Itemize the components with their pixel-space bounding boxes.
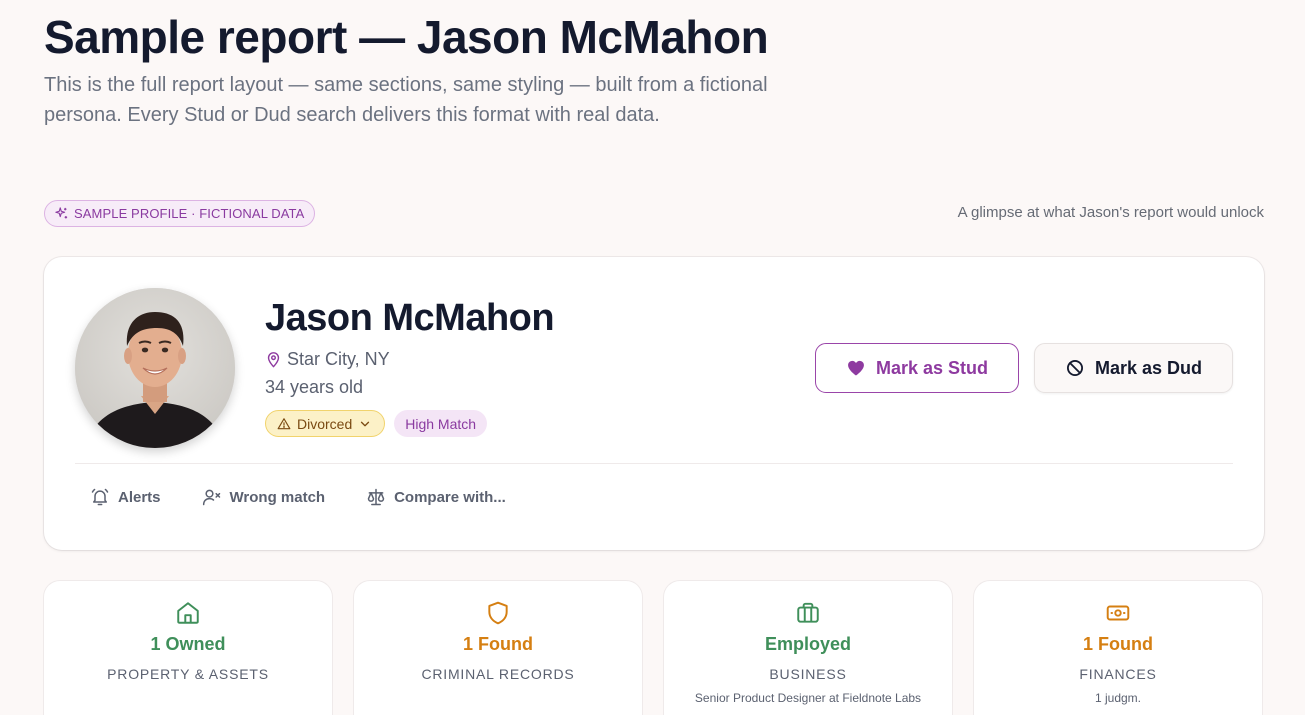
stat-value: 1 Found (463, 634, 533, 654)
compare-button[interactable]: Compare with... (366, 487, 506, 507)
heart-icon (848, 360, 864, 376)
location-text: Star City, NY (287, 349, 390, 369)
alerts-button[interactable]: Alerts (90, 487, 161, 507)
stat-card-business[interactable]: Employed BUSINESS Senior Product Designe… (664, 581, 952, 715)
avatar (75, 288, 235, 448)
briefcase-icon (797, 602, 819, 623)
wrong-match-label: Wrong match (229, 488, 326, 506)
status-badge-label: Divorced (297, 415, 353, 432)
alerts-label: Alerts (118, 488, 161, 506)
mark-as-stud-label: Mark as Stud (875, 357, 989, 378)
ban-icon (1066, 360, 1083, 376)
stat-value: 1 Found (1083, 634, 1153, 654)
sparkles-icon (55, 207, 68, 219)
status-badge-dropdown[interactable]: Divorced (265, 410, 386, 437)
profile-age: 34 years old (265, 377, 364, 397)
stat-card-property[interactable]: 1 Owned PROPERTY & ASSETS (44, 581, 332, 715)
scale-icon (367, 488, 385, 506)
stat-label: CRIMINAL RECORDS (421, 666, 575, 682)
card-divider (75, 463, 1233, 464)
stat-value: Employed (764, 634, 852, 654)
sample-profile-badge: SAMPLE PROFILE · FICTIONAL DATA (44, 200, 316, 227)
report-page: Sample report — Jason McMahon This is th… (0, 0, 1305, 715)
stat-card-criminal[interactable]: 1 Found CRIMINAL RECORDS (354, 581, 642, 715)
avatar-photo (75, 288, 235, 448)
shield-icon (488, 601, 508, 625)
stat-card-finances[interactable]: 1 Found FINANCES 1 judgm. (974, 581, 1262, 715)
profile-badges: Divorced High Match (265, 410, 488, 437)
profile-card: Jason McMahon Star City, NY 34 years old… (44, 257, 1264, 550)
user-x-icon (202, 489, 220, 506)
wrong-match-button[interactable]: Wrong match (202, 487, 326, 507)
profile-actions: Alerts Wrong match Compare with... (90, 487, 506, 507)
stat-label: FINANCES (1079, 666, 1157, 682)
stat-label: PROPERTY & ASSETS (107, 666, 269, 682)
match-badge: High Match (394, 410, 488, 437)
bell-icon (91, 488, 109, 506)
mark-as-dud-label: Mark as Dud (1094, 357, 1203, 378)
warning-icon (277, 417, 291, 429)
stat-label: BUSINESS (769, 666, 847, 682)
stat-value: 1 Owned (150, 634, 226, 654)
page-title: Sample report — Jason McMahon (44, 11, 769, 63)
mark-as-dud-button[interactable]: Mark as Dud (1034, 343, 1233, 393)
chevron-down-icon (361, 421, 370, 426)
profile-name: Jason McMahon (265, 297, 555, 339)
page-subtitle: This is the full report layout — same se… (44, 74, 768, 126)
sample-profile-label: SAMPLE PROFILE · FICTIONAL DATA (74, 206, 305, 221)
stat-sub: 1 judgm. (1094, 691, 1142, 705)
banknote-icon (1106, 605, 1130, 621)
stat-sub: Senior Product Designer at Fieldnote Lab… (694, 691, 922, 705)
mark-as-stud-button[interactable]: Mark as Stud (815, 343, 1019, 393)
home-icon (177, 602, 199, 624)
map-pin-icon (267, 352, 280, 368)
profile-location: Star City, NY (265, 349, 390, 370)
glimpse-text: A glimpse at what Jason's report would u… (957, 204, 1264, 221)
compare-label: Compare with... (394, 488, 506, 506)
